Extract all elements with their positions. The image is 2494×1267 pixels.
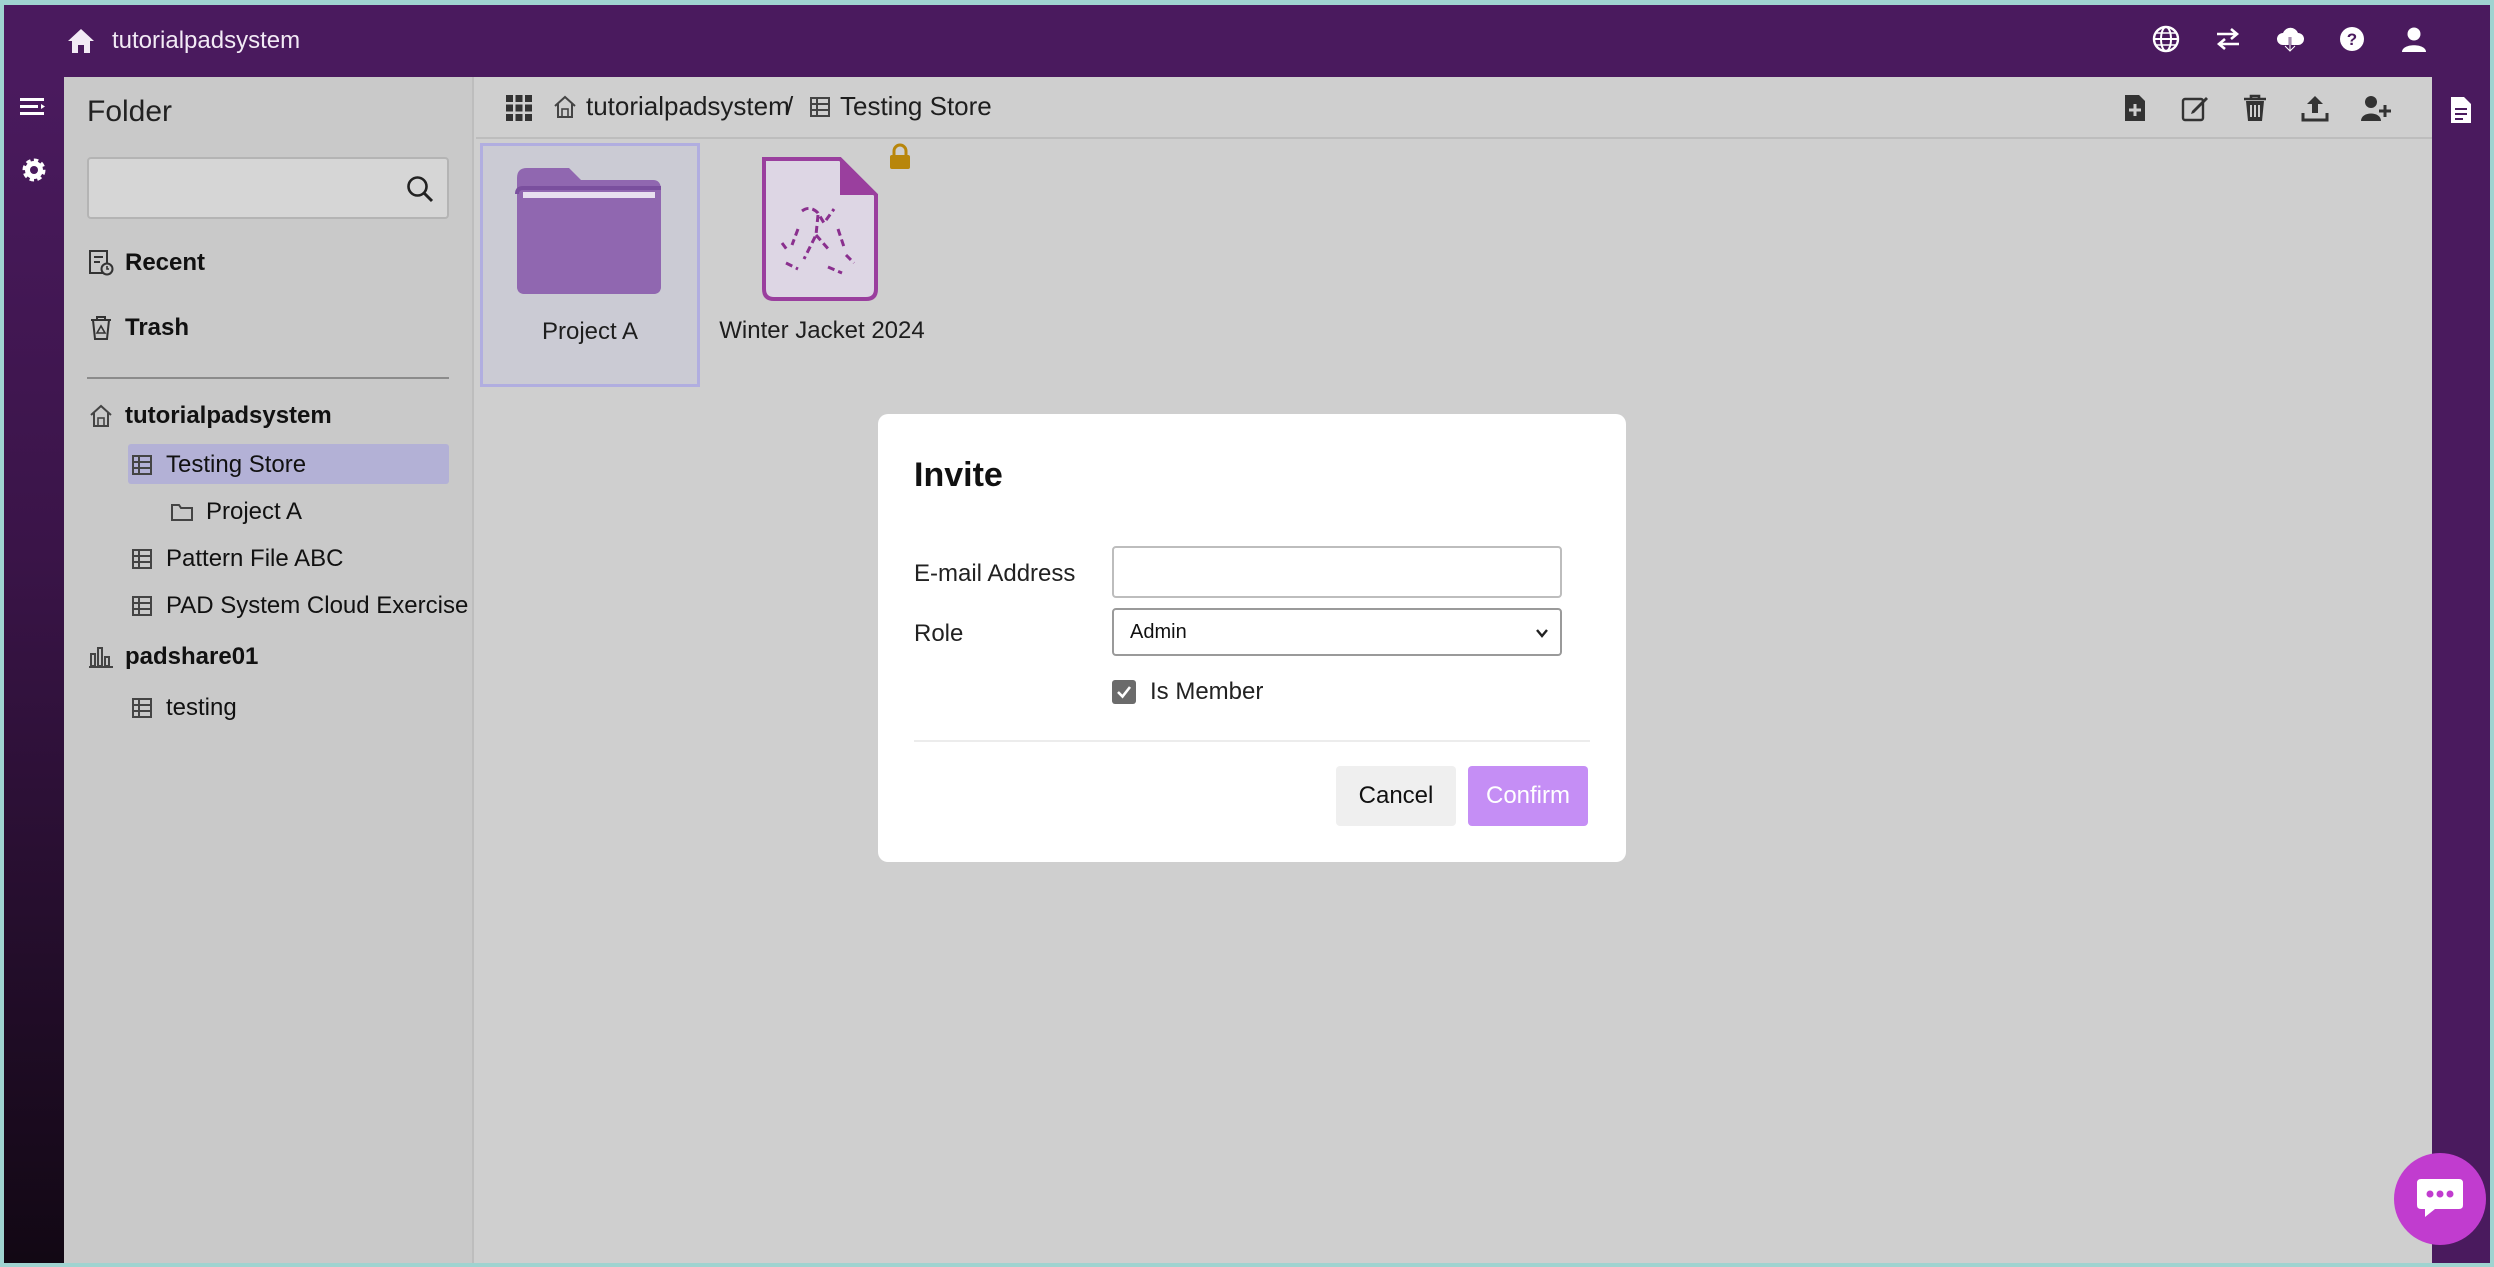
help-icon[interactable]: ?	[2336, 23, 2368, 55]
search-icon[interactable]	[405, 174, 435, 209]
top-bar: tutorialpadsystem ?	[4, 5, 2490, 77]
email-label: E-mail Address	[914, 560, 1076, 587]
invite-dialog: Invite E-mail Address Role Admin Is Memb…	[878, 414, 1626, 862]
tree-item-testing[interactable]: testing	[128, 694, 237, 722]
pattern-file-icon	[758, 155, 882, 310]
store-icon	[128, 592, 156, 620]
search-input[interactable]	[87, 157, 449, 219]
left-rail	[4, 77, 64, 1263]
chat-button[interactable]	[2394, 1153, 2486, 1245]
checkbox-checked-icon[interactable]	[1112, 680, 1136, 704]
is-member-label: Is Member	[1150, 678, 1264, 705]
role-label: Role	[914, 620, 964, 647]
app-window: tutorialpadsystem ? Folder Recent Trash …	[4, 5, 2490, 1263]
edit-icon[interactable]	[2180, 93, 2210, 128]
tree-item-label: PAD System Cloud Exercise	[166, 592, 469, 619]
cloud-download-icon[interactable]	[2274, 23, 2306, 55]
tree-item-pattern-file-abc[interactable]: Pattern File ABC	[128, 545, 343, 573]
sidebar-item-trash[interactable]: Trash	[87, 314, 189, 342]
breadcrumb-separator: /	[786, 91, 794, 121]
item-label: Winter Jacket 2024	[719, 317, 925, 344]
item-tile-winter-jacket[interactable]: Winter Jacket 2024	[712, 143, 932, 393]
folder-icon	[168, 498, 196, 526]
grid-view-icon[interactable]	[504, 93, 534, 128]
tree-item-project-a[interactable]: Project A	[168, 498, 302, 526]
app-title: tutorialpadsystem	[112, 27, 301, 54]
tree-item-label: Pattern File ABC	[166, 545, 344, 572]
recent-icon	[87, 249, 115, 277]
new-file-icon[interactable]	[2120, 93, 2150, 128]
item-label: Project A	[541, 318, 639, 345]
chevron-down-icon	[1534, 624, 1550, 647]
tree-item-label: padshare01	[125, 643, 259, 670]
chart-icon	[87, 643, 115, 671]
right-rail	[2432, 77, 2490, 1263]
folder-sidebar: Folder Recent Trash tutorialpadsystem Te…	[64, 77, 474, 1263]
lock-icon	[888, 143, 912, 178]
store-icon	[128, 545, 156, 573]
tree-item-pad-system-cloud-exercise[interactable]: PAD System Cloud Exercise	[128, 592, 468, 620]
transfer-icon[interactable]	[2212, 23, 2244, 55]
add-user-icon[interactable]	[2360, 93, 2392, 128]
tree-item-label: tutorialpadsystem	[125, 402, 332, 429]
store-icon	[808, 95, 832, 119]
store-icon	[128, 694, 156, 722]
breadcrumb-current-label: Testing Store	[840, 91, 992, 121]
cancel-button[interactable]: Cancel	[1336, 766, 1456, 826]
breadcrumb-root[interactable]: tutorialpadsystem	[552, 91, 790, 122]
document-icon[interactable]	[2448, 95, 2474, 130]
svg-text:?: ?	[2347, 30, 2357, 49]
confirm-button[interactable]: Confirm	[1468, 766, 1588, 826]
home-icon[interactable]	[66, 27, 96, 55]
role-value: Admin	[1130, 620, 1187, 643]
store-icon	[128, 451, 156, 479]
home-icon	[87, 402, 115, 430]
menu-collapse-icon[interactable]	[17, 93, 49, 126]
role-select[interactable]: Admin	[1112, 608, 1562, 656]
chat-icon	[2415, 1175, 2465, 1224]
dialog-title: Invite	[914, 456, 1003, 494]
tree-item-label: Project A	[206, 498, 303, 525]
tree-item-label: Testing Store	[166, 451, 307, 478]
folder-icon	[513, 164, 665, 305]
tree-item-testing-store[interactable]: Testing Store	[128, 451, 306, 479]
tree-item-tutorialpadsystem[interactable]: tutorialpadsystem	[87, 402, 332, 430]
sidebar-item-label: Recent	[125, 249, 206, 276]
delete-icon[interactable]	[2240, 93, 2270, 128]
user-icon[interactable]	[2398, 23, 2430, 55]
tree-item-label: testing	[166, 694, 237, 721]
sidebar-item-recent[interactable]: Recent	[87, 249, 205, 277]
trash-icon	[87, 314, 115, 342]
breadcrumb-root-label: tutorialpadsystem	[586, 91, 790, 121]
dialog-divider	[914, 740, 1590, 742]
sidebar-item-label: Trash	[125, 314, 190, 341]
sidebar-divider	[87, 377, 449, 379]
email-field[interactable]	[1112, 546, 1562, 598]
item-tile-project-a[interactable]: Project A	[480, 143, 700, 387]
toolbar	[2120, 93, 2392, 128]
breadcrumb-current[interactable]: Testing Store	[808, 91, 992, 122]
settings-gear-icon[interactable]	[17, 153, 51, 192]
breadcrumb: tutorialpadsystem / Testing Store	[476, 77, 2432, 139]
is-member-checkbox[interactable]: Is Member	[1112, 678, 1263, 706]
home-icon	[552, 94, 578, 120]
upload-icon[interactable]	[2300, 93, 2330, 128]
tree-item-padshare01[interactable]: padshare01	[87, 643, 258, 671]
sidebar-title: Folder	[87, 95, 173, 128]
globe-icon[interactable]	[2150, 23, 2182, 55]
